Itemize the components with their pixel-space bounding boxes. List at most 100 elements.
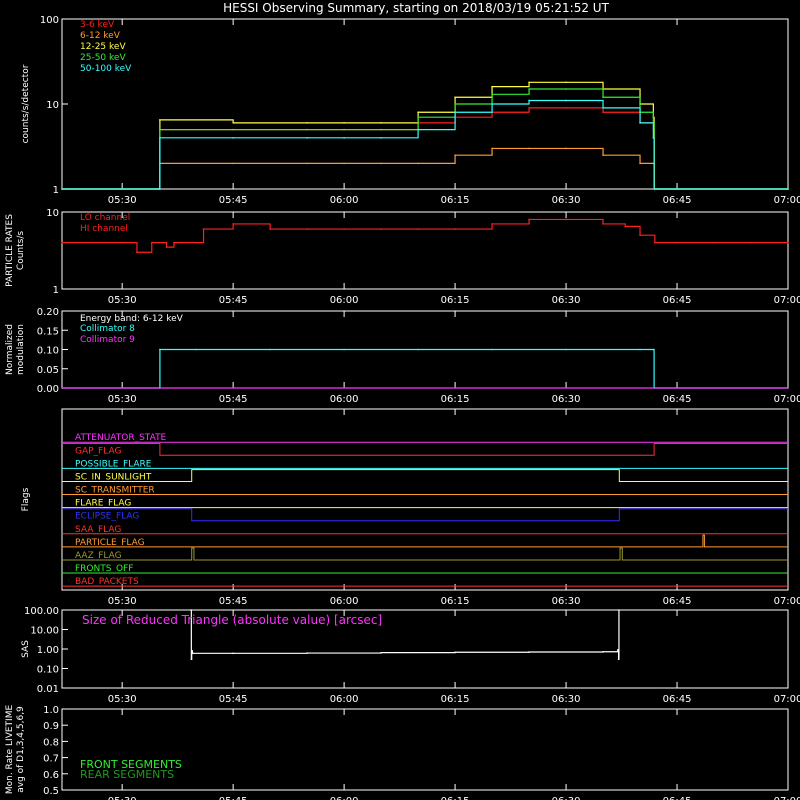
flag-label-aaz_flag: AAZ_FLAG — [75, 551, 122, 561]
data-point-lightcurves-3-4 — [306, 128, 308, 131]
y-axis-label-5-1: avg of D1,3,4,5,6,9 — [16, 706, 26, 793]
x-tick-label-2-2: 06:00 — [330, 394, 359, 405]
x-tick-label-1-1: 05:45 — [219, 295, 248, 306]
y-axis-label-2-0: Normalized — [5, 324, 15, 375]
y-tick-label-2-4: 0.20 — [37, 307, 59, 318]
data-point-lightcurves-3-2 — [159, 128, 161, 131]
y-tick-label-2-2: 0.10 — [37, 346, 59, 357]
series-line-modulation-0 — [62, 348, 788, 389]
data-point-lightcurves-1-11 — [565, 147, 567, 150]
data-point-lightcurves-4-16 — [787, 188, 789, 190]
flag-line-sc_in_sunlight — [62, 469, 788, 482]
data-point-particle_rates-0-20 — [624, 225, 627, 228]
x-tick-label-3-6: 07:00 — [774, 596, 800, 607]
data-point-particle_rates-0-13 — [380, 228, 382, 230]
series-line-lightcurves-3 — [62, 88, 788, 190]
data-point-lightcurves-2-3 — [232, 122, 234, 124]
data-point-lightcurves-4-11 — [565, 99, 567, 102]
x-tick-label-4-3: 06:15 — [441, 694, 470, 705]
data-point-lightcurves-0-11 — [565, 107, 567, 109]
y-tick-label-4-0: 0.01 — [37, 684, 59, 695]
legend-entry-lightcurves-0: 3-6 keV — [80, 20, 115, 30]
data-point-lightcurves-4-9 — [491, 103, 493, 105]
data-point-lightcurves-4-14 — [652, 137, 655, 139]
data-point-particle_rates-0-3 — [150, 241, 153, 244]
data-point-lightcurves-2-11 — [565, 81, 567, 84]
x-tick-label-5-6: 07:00 — [774, 796, 800, 800]
data-point-particle_rates-0-21 — [639, 234, 641, 236]
data-point-lightcurves-2-7 — [417, 111, 419, 114]
data-point-particle_rates-0-2 — [136, 251, 138, 254]
data-point-lightcurves-3-5 — [343, 128, 345, 131]
y-axis-label-4-0: SAS — [21, 640, 31, 658]
data-point-particle_rates-0-1 — [121, 241, 123, 244]
data-point-lightcurves-1-8 — [454, 154, 456, 156]
data-point-sas-0-0 — [190, 609, 192, 611]
x-tick-label-3-2: 06:00 — [330, 596, 359, 607]
data-point-particle_rates-0-26 — [787, 241, 789, 244]
flag-label-attenuator_state: ATTENUATOR_STATE — [75, 433, 167, 443]
x-tick-label-0-2: 06:00 — [330, 195, 359, 206]
data-point-particle_rates-0-9 — [232, 223, 234, 225]
data-point-particle_rates-0-5 — [173, 241, 175, 244]
x-tick-label-5-2: 06:00 — [330, 796, 359, 800]
y-axis-label-1-1: Counts/s — [16, 231, 26, 270]
data-point-lightcurves-4-4 — [306, 137, 308, 139]
data-point-particle_rates-0-25 — [750, 241, 752, 244]
data-point-sas-0-12 — [618, 609, 620, 611]
y-axis-label-0-0: counts/s/detector — [21, 64, 31, 143]
data-point-particle_rates-0-18 — [565, 218, 567, 221]
data-point-modulation-1-1 — [787, 387, 789, 389]
series-line-lightcurves-1 — [62, 147, 788, 190]
data-point-lightcurves-2-10 — [528, 81, 530, 84]
y-tick-label-5-1: 0.6 — [43, 770, 59, 781]
flag-label-eclipse_flag: ECLIPSE_FLAG — [75, 512, 139, 522]
data-point-lightcurves-4-15 — [653, 188, 655, 190]
flag-label-sc_in_sunlight: SC_IN_SUNLIGHT — [75, 472, 152, 482]
annotation-sas: Size of Reduced Triangle (absolute value… — [82, 613, 382, 627]
data-point-particle_rates-0-19 — [602, 223, 604, 225]
x-tick-label-5-5: 06:45 — [663, 796, 692, 800]
data-point-lightcurves-4-6 — [380, 137, 382, 139]
data-point-lightcurves-2-8 — [454, 96, 456, 99]
flag-label-saa_flag: SAA_FLAG — [75, 525, 121, 535]
flag-label-fronts_off: FRONTS_OFF — [75, 564, 133, 574]
y-tick-label-0-1: 10 — [46, 100, 59, 111]
data-point-modulation-0-9 — [639, 348, 641, 351]
data-point-particle_rates-0-22 — [654, 241, 656, 244]
data-point-particle_rates-0-11 — [306, 228, 308, 230]
x-tick-label-0-4: 06:30 — [552, 195, 581, 206]
data-point-particle_rates-0-10 — [269, 228, 271, 230]
data-point-lightcurves-3-10 — [528, 88, 530, 90]
x-tick-label-3-1: 05:45 — [219, 596, 248, 607]
x-tick-label-0-5: 06:45 — [663, 195, 692, 206]
flag-label-possible_flare: POSSIBLE_FLARE — [75, 459, 152, 469]
data-point-modulation-1-0 — [61, 387, 63, 389]
data-point-lightcurves-3-9 — [491, 93, 493, 96]
legend-entry-lightcurves-1: 6-12 keV — [80, 31, 121, 41]
x-tick-label-5-1: 05:45 — [219, 796, 248, 800]
legend-entry-particle_rates-0: LO channel — [80, 213, 130, 223]
x-tick-label-3-3: 06:15 — [441, 596, 470, 607]
series-line-lightcurves-2 — [62, 81, 788, 190]
x-tick-label-4-1: 05:45 — [219, 694, 248, 705]
data-point-lightcurves-4-10 — [528, 99, 530, 102]
data-point-modulation-0-3 — [195, 348, 197, 351]
data-point-lightcurves-4-8 — [454, 111, 456, 114]
x-tick-label-5-4: 06:30 — [552, 796, 581, 800]
flag-label-bad_packets: BAD_PACKETS — [75, 577, 139, 587]
legend-entry-modulation-0: Collimator 8 — [80, 324, 135, 334]
legend-entry-lightcurves-2: 12-25 keV — [80, 42, 126, 52]
data-point-lightcurves-3-3 — [232, 128, 234, 131]
flag-label-flare_flag: FLARE_FLAG — [75, 499, 131, 509]
x-tick-label-0-0: 05:30 — [108, 195, 137, 206]
figure-title: HESSI Observing Summary, starting on 201… — [223, 1, 609, 15]
data-point-lightcurves-3-11 — [565, 88, 567, 90]
x-tick-label-4-5: 06:45 — [663, 694, 692, 705]
y-tick-label-5-2: 0.7 — [43, 754, 59, 765]
data-point-modulation-0-10 — [652, 348, 655, 351]
flag-line-eclipse_flag — [62, 508, 788, 522]
annotation-modulation: Energy band: 6-12 keV — [80, 314, 184, 324]
x-tick-label-2-5: 06:45 — [663, 394, 692, 405]
data-point-modulation-0-8 — [565, 348, 567, 351]
